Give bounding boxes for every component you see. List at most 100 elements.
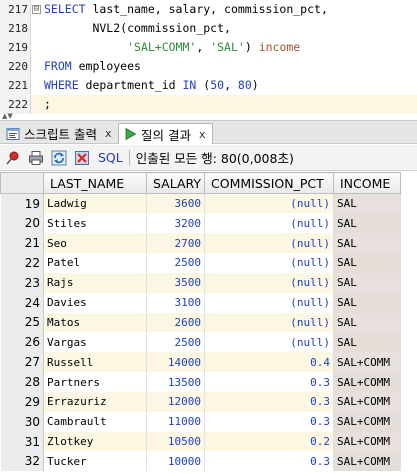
table-row[interactable]: 20 Stiles 3200 (null) SAL [0, 213, 401, 234]
column-header-salary[interactable]: SALARY [146, 172, 205, 194]
cell-salary[interactable]: 2500 [146, 253, 205, 273]
cell-last-name[interactable]: Seo [43, 233, 147, 254]
tab-query-result[interactable]: 질의 결과 x [118, 123, 213, 144]
table-row[interactable]: 32 Tucker 10000 0.3 SAL+COMM [0, 451, 401, 472]
cell-income[interactable]: SAL+COMM [333, 391, 401, 412]
cell-commission-pct[interactable]: (null) [204, 272, 334, 293]
cell-commission-pct[interactable]: (null) [204, 332, 334, 353]
cell-commission-pct[interactable]: (null) [204, 292, 334, 313]
row-number[interactable]: 24 [0, 292, 44, 313]
cell-salary[interactable]: 14000 [146, 352, 205, 373]
table-row[interactable]: 23 Rajs 3500 (null) SAL [0, 272, 401, 293]
row-number[interactable]: 23 [0, 272, 44, 293]
cell-income[interactable]: SAL [333, 233, 401, 254]
cell-income[interactable]: SAL [333, 292, 401, 313]
column-header-last-name[interactable]: LAST_NAME [43, 172, 147, 194]
cell-salary[interactable]: 12000 [146, 391, 205, 412]
cell-salary[interactable]: 3500 [146, 272, 205, 293]
row-number[interactable]: 19 [0, 193, 44, 214]
cell-last-name[interactable]: Partners [43, 372, 147, 392]
cell-last-name[interactable]: Matos [43, 312, 147, 333]
cell-last-name[interactable]: Stiles [43, 213, 147, 234]
cell-salary[interactable]: 2500 [146, 332, 205, 353]
close-icon[interactable]: x [199, 128, 206, 141]
cell-last-name[interactable]: Ladwig [43, 193, 147, 214]
cell-salary[interactable]: 11000 [146, 411, 205, 432]
sql-editor[interactable]: 217 ⊟ SELECT last_name, salary, commission… [0, 0, 417, 116]
row-number[interactable]: 22 [0, 253, 44, 273]
table-row[interactable]: 29 Errazuriz 12000 0.3 SAL+COMM [0, 391, 401, 412]
result-grid[interactable]: LAST_NAME SALARY COMMISSION_PCT INCOME 1… [0, 172, 417, 474]
editor-line[interactable]: 217 ⊟ SELECT last_name, salary, commission… [0, 0, 417, 19]
editor-line[interactable]: 222; [0, 95, 417, 114]
table-row[interactable]: 28 Partners 13500 0.3 SAL+COMM [0, 372, 401, 392]
row-number[interactable]: 31 [0, 431, 44, 452]
cell-last-name[interactable]: Tucker [43, 451, 147, 472]
cell-last-name[interactable]: Patel [43, 253, 147, 273]
cell-commission-pct[interactable]: (null) [204, 213, 334, 234]
cell-income[interactable]: SAL [333, 213, 401, 234]
cell-commission-pct[interactable]: (null) [204, 253, 334, 273]
cell-commission-pct[interactable]: 0.4 [204, 352, 334, 373]
cell-last-name[interactable]: Vargas [43, 332, 147, 353]
editor-line[interactable]: 219 'SAL+COMM', 'SAL') income [0, 38, 417, 57]
cell-salary[interactable]: 3600 [146, 193, 205, 214]
cell-income[interactable]: SAL [333, 253, 401, 273]
row-number[interactable]: 28 [0, 372, 44, 392]
close-icon[interactable]: x [105, 127, 112, 140]
cell-commission-pct[interactable]: 0.3 [204, 372, 334, 392]
cell-salary[interactable]: 10500 [146, 431, 205, 452]
cell-salary[interactable]: 2600 [146, 312, 205, 333]
cell-income[interactable]: SAL [333, 193, 401, 214]
cell-income[interactable]: SAL+COMM [333, 451, 401, 472]
table-row[interactable]: 26 Vargas 2500 (null) SAL [0, 332, 401, 353]
cell-salary[interactable]: 10000 [146, 451, 205, 472]
table-row[interactable]: 22 Patel 2500 (null) SAL [0, 253, 401, 273]
cell-income[interactable]: SAL+COMM [333, 431, 401, 452]
cell-last-name[interactable]: Errazuriz [43, 391, 147, 412]
tab-script-output[interactable]: 스크립트 출력 x [2, 123, 118, 144]
editor-line[interactable]: 221 WHERE department_id IN (50, 80) [0, 76, 417, 95]
column-header-commission-pct[interactable]: COMMISSION_PCT [204, 172, 334, 194]
row-number[interactable]: 30 [0, 411, 44, 432]
cell-commission-pct[interactable]: (null) [204, 312, 334, 333]
refresh-icon[interactable] [50, 149, 68, 167]
print-icon[interactable] [27, 149, 45, 167]
row-number[interactable]: 26 [0, 332, 44, 353]
editor-line[interactable]: 220 FROM employees [0, 57, 417, 76]
table-row[interactable]: 24 Davies 3100 (null) SAL [0, 292, 401, 313]
cell-income[interactable]: SAL+COMM [333, 372, 401, 392]
cell-income[interactable]: SAL+COMM [333, 352, 401, 373]
row-number[interactable]: 20 [0, 213, 44, 234]
table-row[interactable]: 21 Seo 2700 (null) SAL [0, 233, 401, 254]
editor-scroll-arrows-icon[interactable]: ▲▼ [2, 112, 13, 120]
cell-salary[interactable]: 3100 [146, 292, 205, 313]
cell-income[interactable]: SAL [333, 312, 401, 333]
cell-commission-pct[interactable]: 0.3 [204, 411, 334, 432]
cell-last-name[interactable]: Rajs [43, 272, 147, 293]
editor-line[interactable]: 218 NVL2(commission_pct, [0, 19, 417, 38]
cell-last-name[interactable]: Zlotkey [43, 431, 147, 452]
cell-last-name[interactable]: Russell [43, 352, 147, 373]
table-row[interactable]: 31 Zlotkey 10500 0.2 SAL+COMM [0, 431, 401, 452]
cell-salary[interactable]: 2700 [146, 233, 205, 254]
cell-commission-pct[interactable]: (null) [204, 193, 334, 214]
pin-icon[interactable] [4, 149, 22, 167]
cell-salary[interactable]: 13500 [146, 372, 205, 392]
grid-corner[interactable] [0, 172, 44, 194]
cell-commission-pct[interactable]: 0.3 [204, 451, 334, 472]
cell-commission-pct[interactable]: (null) [204, 233, 334, 254]
cell-income[interactable]: SAL [333, 272, 401, 293]
cell-commission-pct[interactable]: 0.2 [204, 431, 334, 452]
sql-button[interactable]: SQL [98, 150, 123, 165]
cell-last-name[interactable]: Cambrault [43, 411, 147, 432]
row-number[interactable]: 27 [0, 352, 44, 373]
table-row[interactable]: 19 Ladwig 3600 (null) SAL [0, 193, 401, 214]
fold-toggle-icon[interactable]: ⊟ [32, 5, 41, 14]
table-row[interactable]: 27 Russell 14000 0.4 SAL+COMM [0, 352, 401, 373]
row-number[interactable]: 25 [0, 312, 44, 333]
delete-icon[interactable] [73, 149, 91, 167]
table-row[interactable]: 25 Matos 2600 (null) SAL [0, 312, 401, 333]
cell-last-name[interactable]: Davies [43, 292, 147, 313]
column-header-income[interactable]: INCOME [333, 172, 401, 194]
